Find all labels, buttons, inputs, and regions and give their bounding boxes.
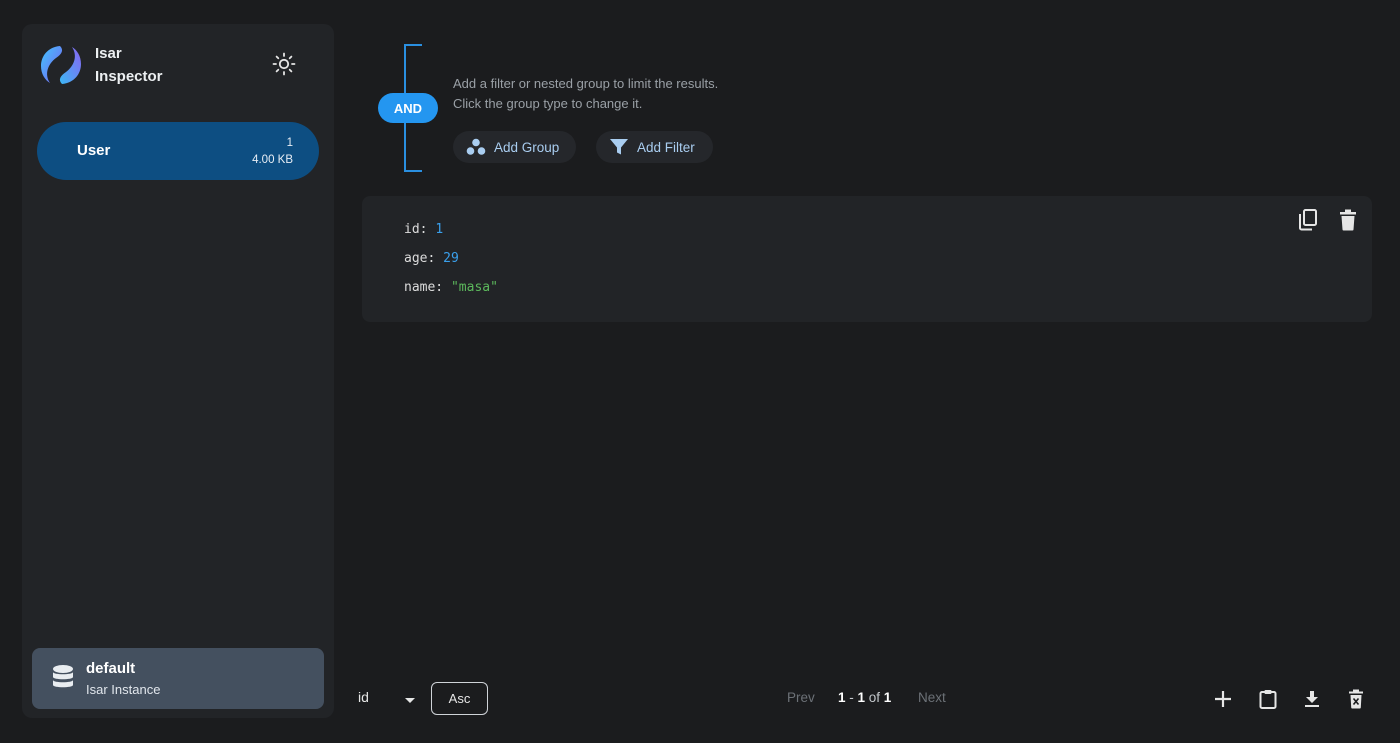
brand-line-2: Inspector (95, 68, 163, 85)
brand: Isar Inspector (40, 42, 185, 88)
sun-icon (272, 52, 296, 76)
collection-count: 1 (286, 137, 293, 149)
filter-icon (609, 138, 629, 156)
collection-size: 4.00 KB (252, 154, 293, 166)
add-object-button[interactable] (1210, 686, 1236, 712)
trash-x-icon (1349, 689, 1363, 709)
trash-icon (1340, 209, 1356, 231)
prop-name: name: "masa" (404, 280, 498, 295)
range-total: 1 (883, 690, 892, 705)
copy-object-button[interactable] (1296, 208, 1320, 232)
group-icon (466, 138, 486, 156)
instance-name: default (86, 660, 136, 677)
range-start: 1 (838, 690, 846, 705)
collection-name: User (77, 142, 111, 159)
brand-line-1: Isar (95, 45, 122, 62)
brand-name: Isar Inspector (95, 42, 185, 88)
prop-key: name: (404, 280, 444, 295)
prop-key: age: (404, 251, 436, 266)
isar-logo-icon (41, 46, 81, 84)
sidebar: Isar Inspector User 1 4.00 KB default Is… (22, 24, 334, 718)
add-group-label: Add Group (494, 139, 560, 155)
page-range: 1 - 1 of 1 (838, 690, 891, 705)
database-icon (53, 665, 73, 688)
instance-subtitle: Isar Instance (86, 682, 161, 697)
prev-page-button[interactable]: Prev (787, 690, 815, 705)
sort-field-select[interactable]: id (358, 689, 369, 705)
filter-hint: Add a filter or nested group to limit th… (453, 74, 718, 114)
add-group-button[interactable]: Add Group (453, 131, 576, 163)
collection-item-user[interactable]: User 1 4.00 KB (37, 122, 319, 180)
download-icon (1305, 691, 1319, 707)
add-filter-button[interactable]: Add Filter (596, 131, 713, 163)
add-filter-label: Add Filter (637, 139, 695, 155)
prop-age: age: 29 (404, 251, 459, 266)
range-separator: - (845, 690, 858, 705)
clipboard-icon (1259, 690, 1277, 709)
prop-key: id: (404, 222, 428, 237)
prop-id: id: 1 (404, 222, 443, 237)
sort-order-button[interactable]: Asc (431, 682, 488, 715)
next-page-button[interactable]: Next (918, 690, 946, 705)
theme-toggle-button[interactable] (270, 50, 298, 78)
group-type-and-button[interactable]: AND (378, 93, 438, 123)
prop-value[interactable]: 1 (435, 222, 443, 237)
filter-hint-line-1: Add a filter or nested group to limit th… (453, 76, 719, 91)
object-card: id: 1 age: 29 name: "masa" (362, 196, 1372, 322)
prop-value[interactable]: "masa" (451, 280, 498, 295)
range-of: of (865, 690, 884, 705)
download-button[interactable] (1299, 686, 1325, 712)
delete-object-button[interactable] (1336, 208, 1360, 232)
clear-collection-button[interactable] (1343, 686, 1369, 712)
collection-meta: 1 4.00 KB (252, 135, 293, 169)
copy-icon (1299, 209, 1317, 231)
prop-value[interactable]: 29 (443, 251, 459, 266)
filter-hint-line-2: Click the group type to change it. (453, 96, 643, 111)
chevron-down-icon[interactable] (403, 693, 417, 711)
plus-icon (1215, 691, 1231, 707)
paste-object-button[interactable] (1255, 686, 1281, 712)
instance-selector[interactable]: default Isar Instance (32, 648, 324, 709)
isar-inspector-app: Isar Inspector User 1 4.00 KB default Is… (0, 0, 1400, 743)
range-end: 1 (857, 690, 866, 705)
